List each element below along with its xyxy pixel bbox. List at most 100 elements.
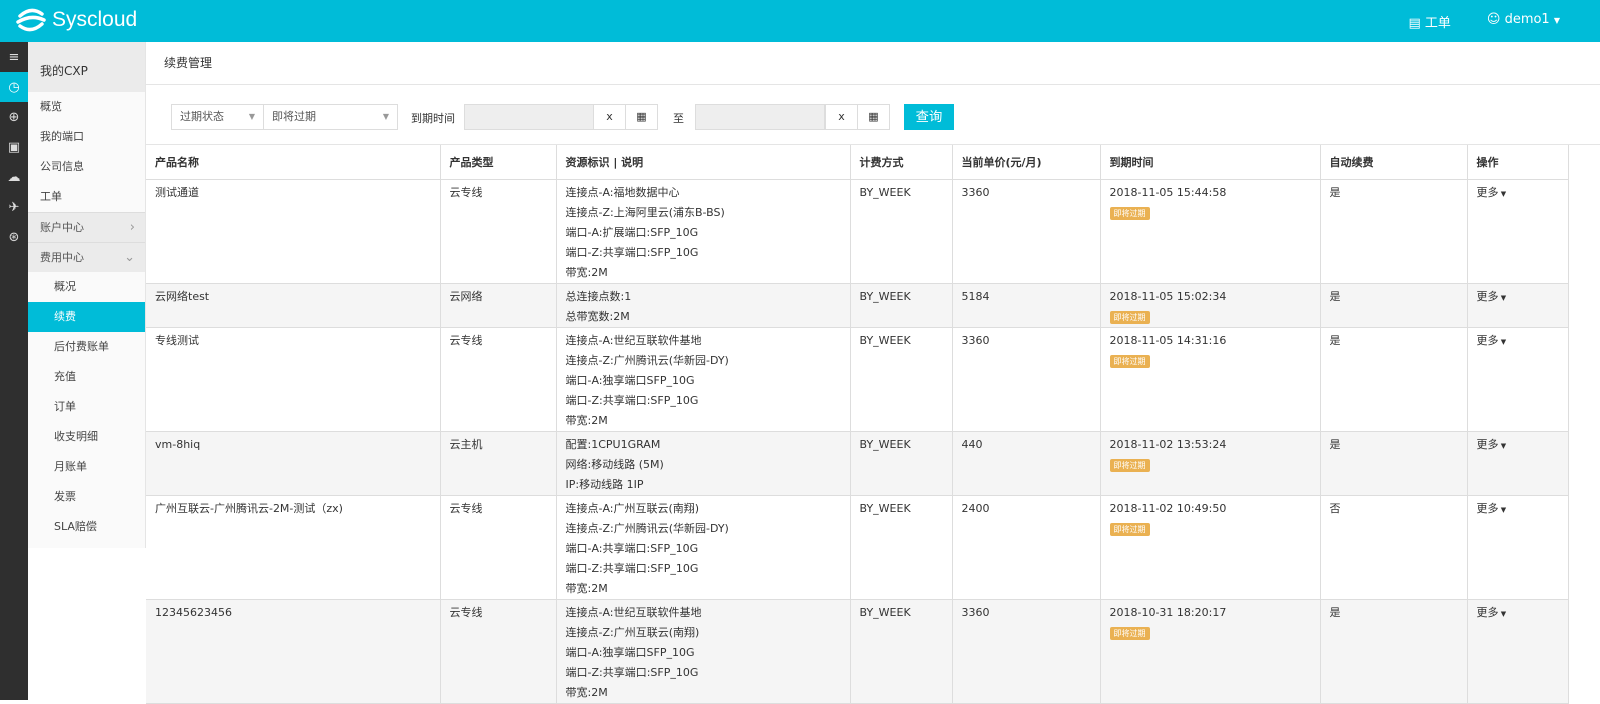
resource-desc: 连接点-A:福地数据中心 连接点-Z:上海阿里云(浦东B-BS) 端口-A:扩展端口… — [556, 179, 851, 284]
page-title: 续费管理 — [146, 42, 1600, 85]
product-name: 专线测试 — [146, 327, 441, 432]
caret-down-icon: ▼ — [1498, 609, 1507, 618]
main-content: 续费管理 过期状态 ▼ 即将过期 ▼ 到期时间 x ▦ 至 x ▦ 查询 产品名称产… — [146, 42, 1600, 704]
globe-icon[interactable]: ⊕ — [0, 102, 28, 132]
status-type-select[interactable]: 过期状态 ▼ — [171, 104, 264, 130]
sidebar-group-account[interactable]: 账户中心 › — [28, 212, 145, 242]
resource-desc: 总连接点数:1 总带宽数:2M — [556, 283, 851, 328]
more-dropdown[interactable]: 更多 ▼ — [1477, 186, 1507, 199]
sidebar-sub-orders[interactable]: 订单 — [28, 392, 145, 422]
sidebar-sub-invoice[interactable]: 发票 — [28, 482, 145, 512]
resource-line: 带宽:2M — [565, 413, 608, 427]
column-header-product-type: 产品类型 — [440, 145, 557, 180]
table-row: 测试通道 云专线 连接点-A:福地数据中心 连接点-Z:上海阿里云(浦东B-BS)… — [146, 179, 1569, 284]
sidebar-sub-overview[interactable]: 概况 — [28, 272, 145, 302]
query-button[interactable]: 查询 — [904, 104, 954, 130]
sidebar-item-my-ports[interactable]: 我的端口 — [28, 122, 145, 152]
expiry-cell: 2018-11-02 13:53:24 即将过期 — [1100, 431, 1321, 496]
sidebar-sub-transactions[interactable]: 收支明细 — [28, 422, 145, 452]
ticket-link[interactable]: ▤ 工单 — [1408, 12, 1450, 31]
resource-line: 连接点-Z:广州腾讯云(华新园-DY) — [565, 353, 729, 367]
sidebar-title: 我的CXP — [28, 42, 145, 92]
sidebar-group-billing[interactable]: 费用中心 ⌄ — [28, 242, 145, 272]
billing-method: BY_WEEK — [850, 431, 953, 496]
expiry-time: 2018-11-02 13:53:24 — [1109, 437, 1227, 451]
expiry-cell: 2018-10-31 18:20:17 即将过期 — [1100, 599, 1321, 704]
sidebar-sub-monthly-bill[interactable]: 月账单 — [28, 452, 145, 482]
clear-end-button[interactable]: x — [825, 104, 858, 130]
resource-desc: 连接点-A:世纪互联软件基地连接点-Z:广州腾讯云(华新园-DY) 端口-A:独享… — [556, 327, 851, 432]
document-icon: ▤ — [1408, 16, 1425, 31]
status-value-select[interactable]: 即将过期 ▼ — [263, 104, 398, 130]
resource-line: 端口-A:独享端口SFP_10G — [565, 373, 695, 387]
caret-down-icon: ▼ — [1498, 293, 1507, 302]
status-badge: 即将过期 — [1109, 522, 1150, 536]
resource-line: 端口-Z:共享端口:SFP_10G — [565, 393, 699, 407]
rocket-icon[interactable]: ✈ — [0, 192, 28, 222]
table-row: 广州互联云-广州腾讯云-2M-测试（zx) 云专线 连接点-A:广州互联云(南翔… — [146, 495, 1569, 600]
actions-cell: 更多 ▼ — [1467, 283, 1569, 328]
logo[interactable]: Syscloud — [14, 6, 137, 34]
expiry-start-input[interactable] — [464, 104, 594, 130]
more-dropdown[interactable]: 更多 ▼ — [1477, 606, 1507, 619]
chevron-right-icon: › — [129, 220, 135, 235]
sidebar-item-tickets[interactable]: 工单 — [28, 182, 145, 212]
sidebar-item-overview[interactable]: 概览 — [28, 92, 145, 122]
caret-down-icon: ▼ — [1498, 337, 1507, 346]
actions-cell: 更多 ▼ — [1467, 179, 1569, 284]
caret-down-icon: ▼ — [1498, 505, 1507, 514]
menu-icon[interactable]: ≡ — [0, 42, 28, 72]
product-type: 云专线 — [440, 179, 557, 284]
actions-cell: 更多 ▼ — [1467, 327, 1569, 432]
column-header-product-name: 产品名称 — [146, 145, 441, 180]
sidebar-sub-postpaid[interactable]: 后付费账单 — [28, 332, 145, 362]
top-bar: Syscloud ▤ 工单 ☺ demo1 ▼ — [0, 0, 1600, 42]
column-header-actions: 操作 — [1467, 145, 1569, 180]
resource-desc: 连接点-A:广州互联云(南翔) 连接点-Z:广州腾讯云(华新园-DY) 端口-A:共… — [556, 495, 851, 600]
column-header-resource-desc: 资源标识 | 说明 — [556, 145, 851, 180]
cloud-icon[interactable]: ☁ — [0, 162, 28, 192]
network-icon[interactable]: ⊛ — [0, 222, 28, 252]
icon-sidebar: ≡ ◷ ⊕ ▣ ☁ ✈ ⊛ — [0, 42, 28, 700]
more-dropdown[interactable]: 更多 ▼ — [1477, 334, 1507, 347]
unit-price: 5184 — [952, 283, 1101, 328]
expiry-cell: 2018-11-05 14:31:16 即将过期 — [1100, 327, 1321, 432]
caret-down-icon: ▼ — [1498, 441, 1507, 450]
status-badge: 即将过期 — [1109, 206, 1150, 220]
resource-desc: 配置:1CPU1GRAM 网络:移动线路 (5M) IP:移动线路 1IP — [556, 431, 851, 496]
dashboard-icon[interactable]: ◷ — [0, 72, 28, 102]
sidebar-sub-sla[interactable]: SLA赔偿 — [28, 512, 145, 542]
calendar-icon[interactable]: ▦ — [857, 104, 890, 130]
product-type: 云专线 — [440, 599, 557, 704]
resource-line: 总带宽数:2M — [565, 309, 630, 323]
expiry-end-input[interactable] — [695, 104, 825, 130]
caret-down-icon: ▼ — [248, 112, 255, 121]
sidebar-sub-renewal[interactable]: 续费 — [28, 302, 145, 332]
resource-line: 端口-A:独享端口SFP_10G — [565, 645, 695, 659]
resource-line: 配置:1CPU1GRAM — [565, 437, 661, 451]
caret-down-icon: ▼ — [1553, 16, 1560, 25]
column-header-auto-renew: 自动续费 — [1320, 145, 1468, 180]
renewal-table: 产品名称 产品类型 资源标识 | 说明 计费方式 当前单价(元/月) 到期时间 自动续费 操作… — [146, 145, 1569, 704]
more-dropdown[interactable]: 更多 ▼ — [1477, 502, 1507, 515]
more-dropdown[interactable]: 更多 ▼ — [1477, 290, 1507, 303]
sidebar: 我的CXP 概览 我的端口 公司信息 工单 账户中心 › 费用中心 ⌄ 概况 续费 … — [28, 42, 146, 548]
user-menu[interactable]: ☺ demo1 ▼ — [1487, 12, 1560, 31]
auto-renew: 是 — [1320, 179, 1468, 284]
filter-bar: 过期状态 ▼ 即将过期 ▼ 到期时间 x ▦ 至 x ▦ 查询 — [146, 85, 1600, 145]
port-icon[interactable]: ▣ — [0, 132, 28, 162]
sidebar-sub-recharge[interactable]: 充值 — [28, 362, 145, 392]
resource-line: 连接点-A:世纪互联软件基地 — [565, 605, 702, 619]
sidebar-item-company-info[interactable]: 公司信息 — [28, 152, 145, 182]
more-dropdown[interactable]: 更多 ▼ — [1477, 438, 1507, 451]
calendar-icon[interactable]: ▦ — [625, 104, 658, 130]
product-type: 云网络 — [440, 283, 557, 328]
product-name: 12345623456 — [146, 599, 441, 704]
resource-line: 端口-Z:共享端口:SFP_10G — [565, 561, 699, 575]
clear-start-button[interactable]: x — [593, 104, 626, 130]
resource-line: 连接点-Z:上海阿里云(浦东B-BS) — [565, 205, 725, 219]
resource-line: 连接点-A:世纪互联软件基地 — [565, 333, 702, 347]
product-type: 云主机 — [440, 431, 557, 496]
status-badge: 即将过期 — [1109, 626, 1150, 640]
auto-renew: 是 — [1320, 283, 1468, 328]
